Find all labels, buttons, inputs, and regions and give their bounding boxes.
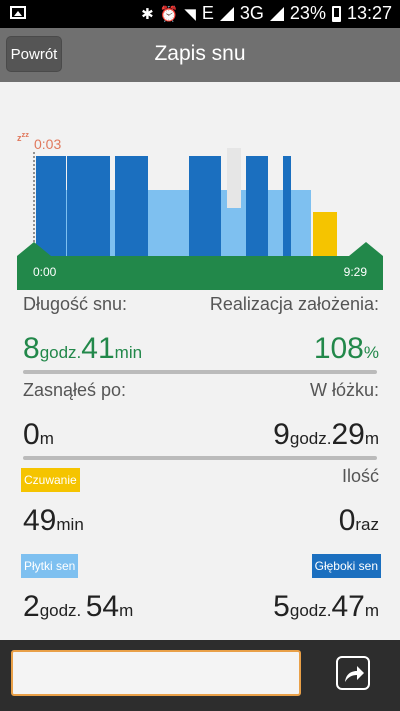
light-hours: 2 xyxy=(23,590,40,623)
deep-sleep-segment xyxy=(67,156,110,256)
in-bed-hours-unit: godz. xyxy=(289,429,332,448)
deep-minutes-unit: m xyxy=(364,601,379,620)
deep-sleep-segment xyxy=(283,156,291,256)
sleep-minutes-unit: min xyxy=(114,343,143,362)
signal-icon-2 xyxy=(269,6,284,21)
fell-asleep-number: 0 xyxy=(23,418,40,451)
clock: 13:27 xyxy=(346,3,392,23)
deep-sleep-tag: Głęboki sen xyxy=(311,554,381,578)
axis-end-label: 9:29 xyxy=(343,265,367,279)
goal-percent: 108 xyxy=(313,332,364,365)
stats-row-sleep-phases: Płytki sen Głęboki sen 2godz. 54m 5godz.… xyxy=(17,550,383,636)
awake-segment xyxy=(313,212,337,256)
in-bed-label: W łóżku: xyxy=(309,380,379,400)
in-bed-minutes-unit: m xyxy=(364,429,379,448)
fell-asleep-unit: m xyxy=(39,429,54,448)
battery-percent: 23% xyxy=(289,3,326,23)
count-number: 0 xyxy=(338,504,356,537)
sleep-start-label: 0:03 xyxy=(34,136,62,152)
share-button[interactable] xyxy=(336,656,370,690)
deep-sleep-segment xyxy=(246,156,268,256)
sleep-chart-svg xyxy=(17,148,383,290)
bluetooth-icon: ✱ xyxy=(141,5,154,23)
deep-hours: 5 xyxy=(273,590,290,623)
wifi-icon: ◥ xyxy=(184,5,196,23)
deep-sleep-value: 5godz.47m xyxy=(273,590,379,624)
status-icons: ✱ ⏰ ◥ E 3G 23% 13:27 xyxy=(141,3,392,24)
light-sleep-tag: Płytki sen xyxy=(21,554,79,578)
light-hours-unit: godz. xyxy=(39,601,82,620)
deep-hours-unit: godz. xyxy=(289,601,332,620)
sleep-length-value: 8godz.41min xyxy=(23,332,142,366)
image-notification-icon xyxy=(10,6,26,19)
sleep-chart: zzz 0:03 0:00 9:29 xyxy=(17,130,383,290)
bottom-bar xyxy=(0,640,400,711)
in-bed-hours: 9 xyxy=(273,418,290,451)
stats-row-awake: Czuwanie Ilość 49min 0raz xyxy=(17,464,383,550)
light-sleep-value: 2godz. 54m xyxy=(23,590,133,624)
light-minutes: 54 xyxy=(85,590,120,623)
count-unit: raz xyxy=(355,515,379,534)
in-bed-value: 9godz.29m xyxy=(273,418,379,452)
in-bed-minutes: 29 xyxy=(331,418,365,451)
sleep-minutes: 41 xyxy=(81,332,115,365)
awake-tag: Czuwanie xyxy=(21,468,80,492)
sleep-hours-unit: godz. xyxy=(39,343,82,362)
deep-sleep-segment xyxy=(36,156,66,256)
page-title: Zapis snu xyxy=(154,42,246,65)
deep-sleep-segment xyxy=(115,156,148,256)
network-type-2: 3G xyxy=(239,3,264,23)
alarm-icon: ⏰ xyxy=(159,5,179,23)
title-bar: Powrót Zapis snu xyxy=(0,28,400,82)
goal-label: Realizacja założenia: xyxy=(209,294,379,314)
status-bar: ✱ ⏰ ◥ E 3G 23% 13:27 xyxy=(0,0,400,28)
deep-sleep-segment xyxy=(189,156,221,256)
axis-start-label: 0:00 xyxy=(33,265,57,279)
fell-asleep-label: Zasnąłeś po: xyxy=(23,380,127,400)
sleep-stats: Długość snu: Realizacja założenia: 8godz… xyxy=(17,292,383,636)
share-icon xyxy=(345,666,364,682)
goal-value: 108% xyxy=(314,332,379,366)
fell-asleep-value: 0m xyxy=(23,418,54,452)
light-minutes-unit: m xyxy=(119,601,134,620)
awake-value: 49min xyxy=(23,504,84,538)
stats-row-fell-asleep: Zasnąłeś po: W łóżku: 0m 9godz.29m xyxy=(17,378,383,464)
sleep-hours: 8 xyxy=(23,332,40,365)
divider xyxy=(23,370,377,374)
divider xyxy=(23,456,377,460)
note-input[interactable] xyxy=(11,650,301,696)
goal-percent-unit: % xyxy=(363,343,379,362)
awake-number: 49 xyxy=(23,504,57,537)
count-value: 0raz xyxy=(339,504,379,538)
signal-icon xyxy=(219,6,234,21)
deep-minutes: 47 xyxy=(331,590,365,623)
stats-row-duration: Długość snu: Realizacja założenia: 8godz… xyxy=(17,292,383,378)
awake-unit: min xyxy=(56,515,84,534)
network-type: E xyxy=(201,3,214,23)
battery-icon xyxy=(331,5,341,22)
chart-watermark xyxy=(227,148,241,208)
sleep-zzz-icon: zzz xyxy=(17,130,29,143)
count-label: Ilość xyxy=(341,466,379,486)
sleep-length-label: Długość snu: xyxy=(23,294,128,314)
